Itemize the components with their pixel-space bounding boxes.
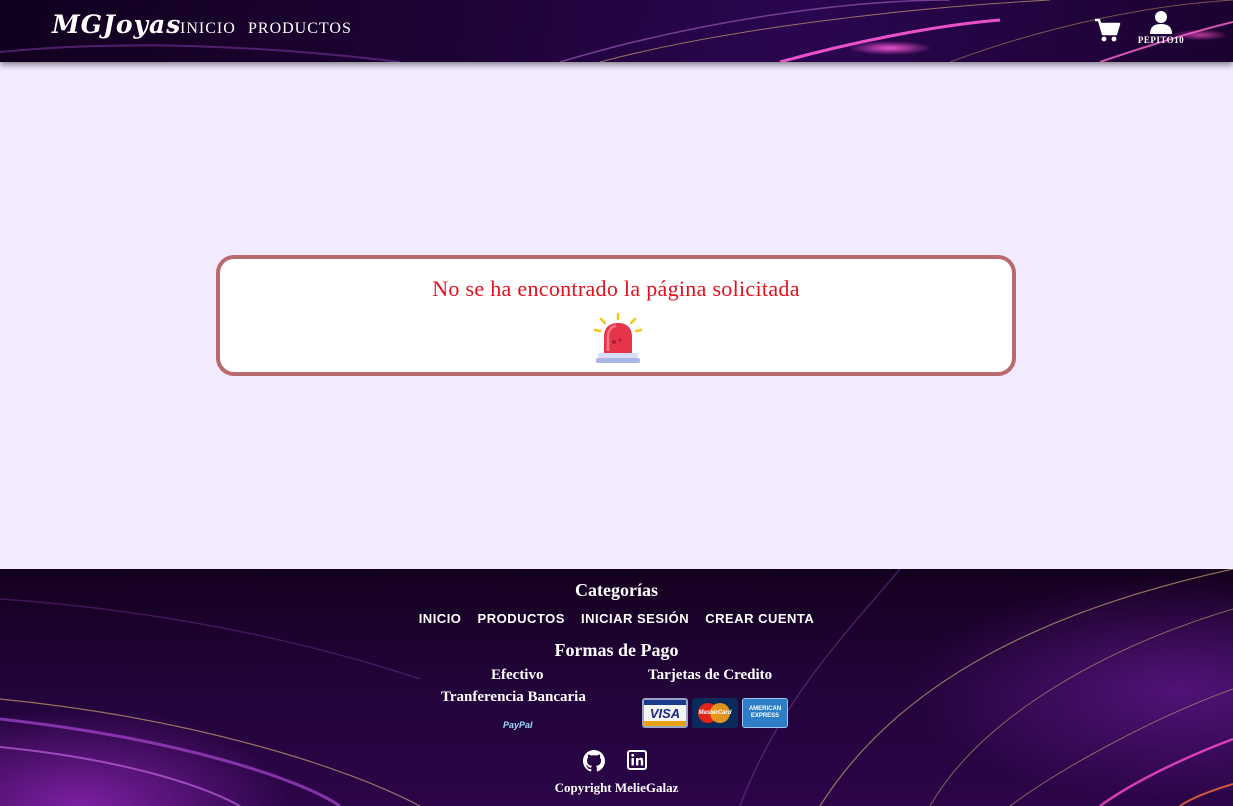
payment-efectivo: Efectivo (491, 667, 544, 683)
footer-links: INICIO PRODUCTOS INICIAR SESIÓN CREAR CU… (0, 611, 1233, 626)
error-message: No se ha encontrado la página solicitada (432, 276, 800, 301)
paypal-logo: PayPal (503, 720, 533, 730)
copyright-text: Copyright MelieGalaz (554, 780, 679, 795)
mastercard-logo: MasterCard (692, 698, 738, 728)
github-icon[interactable] (583, 750, 605, 772)
brand-logo[interactable]: MGJoyas (52, 10, 181, 39)
siren-icon (593, 313, 643, 363)
visa-logo: VISA (642, 698, 688, 728)
top-navbar: MGJoyas INICIO PRODUCTOS PEPITO10 (0, 0, 1233, 62)
footer-link-crear-cuenta[interactable]: CREAR CUENTA (705, 611, 814, 626)
footer-link-inicio[interactable]: INICIO (419, 611, 462, 626)
user-icon (1150, 11, 1172, 34)
username-label: PEPITO10 (1137, 35, 1185, 45)
footer-link-iniciar-sesion[interactable]: INICIAR SESIÓN (581, 611, 689, 626)
amex-text: AMERICAN EXPRESS (748, 706, 782, 719)
categories-title: Categorías (575, 580, 658, 600)
error-card: No se ha encontrado la página solicitada (216, 255, 1016, 376)
footer-link-productos[interactable]: PRODUCTOS (478, 611, 565, 626)
nav-link-productos[interactable]: PRODUCTOS (248, 20, 352, 38)
shopping-cart-icon[interactable] (1094, 17, 1122, 45)
footer-decoration (0, 569, 1233, 806)
amex-logo: AMERICAN EXPRESS (742, 698, 788, 728)
payment-methods-title: Formas de Pago (554, 640, 679, 660)
mastercard-text: MasterCard (698, 710, 732, 716)
user-account-menu[interactable]: PEPITO10 (1134, 10, 1188, 50)
visa-text: VISA (649, 705, 681, 721)
payment-tarjetas: Tarjetas de Credito (648, 667, 773, 683)
site-footer: Categorías INICIO PRODUCTOS INICIAR SESI… (0, 569, 1233, 806)
payment-transferencia: Tranferencia Bancaria (441, 689, 586, 705)
linkedin-icon[interactable] (627, 750, 649, 772)
nav-link-inicio[interactable]: INICIO (180, 20, 236, 38)
